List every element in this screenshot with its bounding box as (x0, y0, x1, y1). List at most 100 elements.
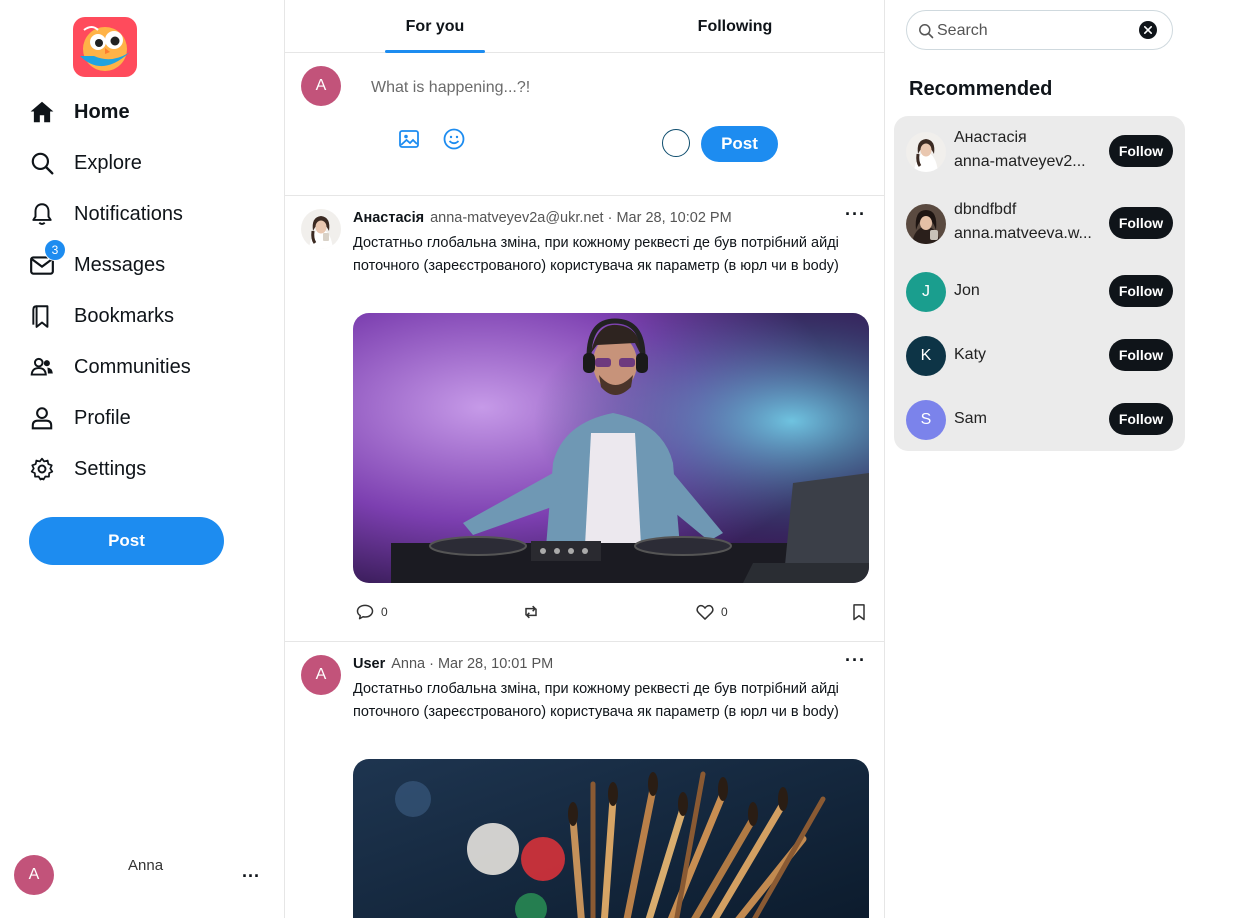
compose-input[interactable] (371, 75, 841, 101)
people-icon (28, 353, 56, 381)
heart-icon (696, 604, 714, 620)
recommended-user-name: Анастасія (954, 129, 1027, 146)
post-more-icon[interactable]: ··· (845, 204, 866, 225)
recommended-panel: Анастасія anna-matveyev2... Follow dbndf… (894, 116, 1185, 451)
recommended-user[interactable]: J Jon Follow (894, 268, 1185, 318)
emoji-icon[interactable] (442, 127, 466, 151)
gear-icon (28, 455, 56, 483)
recommended-user-name: dbndfbdf (954, 201, 1017, 218)
repost-button[interactable] (521, 602, 541, 622)
post-item[interactable]: Анастасія anna-matveyev2a@ukr.net · Mar 28,… (285, 196, 884, 642)
recommended-user-name: Katy (954, 346, 987, 363)
unread-badge: 3 (44, 239, 66, 261)
post-text: Достатньо глобальна зміна, при кожному р… (353, 681, 839, 720)
nav-label: Settings (74, 457, 147, 480)
like-count: 0 (721, 605, 728, 619)
follow-button[interactable]: Follow (1109, 339, 1173, 371)
image-icon[interactable] (397, 127, 421, 151)
nav-label: Profile (74, 406, 131, 429)
nav-item-home[interactable]: Home (28, 92, 130, 132)
nav-label: Bookmarks (74, 304, 175, 327)
sidebar-post-button[interactable]: Post (29, 517, 224, 565)
right-column: Recommended Анастасія anna-matveyev2... … (885, 0, 1240, 918)
recommended-user[interactable]: S Sam Follow (894, 396, 1185, 446)
bookmark-icon (853, 604, 865, 621)
search-bar[interactable] (906, 10, 1173, 50)
bookmarks-icon (28, 302, 56, 330)
mail-icon: 3 (28, 239, 66, 279)
home-icon (28, 98, 56, 126)
app-logo[interactable] (72, 16, 138, 78)
composer-post-button[interactable]: Post (701, 126, 778, 162)
post-author-name[interactable]: Анастасія (353, 210, 424, 226)
avatar: A (301, 66, 341, 106)
nav-item-bookmarks[interactable]: Bookmarks (28, 296, 174, 336)
post-author-name[interactable]: User (353, 656, 385, 672)
recommended-user[interactable]: dbndfbdf anna.matveeva.w... Follow (894, 200, 1185, 250)
nav-item-notifications[interactable]: Notifications (28, 194, 183, 234)
bell-icon (28, 200, 56, 228)
bookmark-button[interactable] (849, 602, 869, 622)
recommended-title: Recommended (909, 78, 1053, 100)
recommended-user-handle: anna.matveeva.w... (954, 225, 1092, 242)
nav-label: Home (74, 100, 130, 123)
post-image[interactable] (353, 759, 869, 918)
tab-following[interactable]: Following (585, 0, 884, 53)
post-header: User Anna · Mar 28, 10:01 PM (353, 656, 553, 672)
recommended-user[interactable]: Анастасія anna-matveyev2... Follow (894, 128, 1185, 178)
like-button[interactable]: 0 (695, 602, 728, 622)
main-feed: For you Following A Post Анастасіяanna (284, 0, 885, 918)
recommended-user[interactable]: K Katy Follow (894, 332, 1185, 382)
post-author-handle[interactable]: Anna (391, 656, 425, 672)
nav-label: Explore (74, 151, 142, 174)
nav-label: Notifications (74, 202, 183, 225)
recommended-user-name: Sam (954, 410, 987, 427)
tab-for-you[interactable]: For you (285, 0, 585, 53)
search-input[interactable] (937, 20, 1137, 42)
follow-button[interactable]: Follow (1109, 135, 1173, 167)
post-separator: · (429, 656, 434, 672)
follow-button[interactable]: Follow (1109, 403, 1173, 435)
user-icon (28, 404, 56, 432)
post-timestamp: Mar 28, 10:02 PM (616, 210, 732, 226)
avatar: A (14, 855, 54, 895)
feed-tabs: For you Following (285, 0, 884, 53)
account-name: Anna (128, 857, 164, 874)
account-switcher[interactable]: A Anna ... (14, 855, 264, 895)
post-image[interactable] (353, 313, 869, 583)
post-more-icon[interactable]: ··· (845, 650, 866, 671)
nav-item-messages[interactable]: 3 Messages (28, 239, 166, 285)
character-progress-ring (662, 129, 690, 157)
avatar[interactable]: K (906, 336, 946, 376)
avatar[interactable]: A (301, 655, 341, 695)
recommended-user-name: Jon (954, 282, 980, 299)
left-sidebar: Home Explore Notifications 3 Messages Bo… (0, 0, 284, 918)
more-options-icon[interactable]: ... (242, 861, 260, 882)
nav-item-communities[interactable]: Communities (28, 347, 191, 387)
post-author-handle[interactable]: anna-matveyev2a@ukr.net (430, 210, 604, 226)
nav-label: Communities (74, 355, 191, 378)
post-composer: A Post (285, 53, 884, 196)
follow-button[interactable]: Follow (1109, 207, 1173, 239)
search-icon (918, 23, 934, 39)
nav-item-explore[interactable]: Explore (28, 143, 142, 183)
nav-item-profile[interactable]: Profile (28, 398, 131, 438)
nav-item-settings[interactable]: Settings (28, 449, 146, 489)
avatar[interactable] (301, 209, 341, 249)
post-actions: 0 0 (355, 602, 871, 624)
search-icon (28, 149, 56, 177)
post-separator: · (607, 210, 613, 226)
post-timestamp: Mar 28, 10:01 PM (437, 656, 554, 672)
clear-search-icon[interactable] (1139, 21, 1157, 39)
avatar[interactable] (906, 204, 946, 244)
avatar[interactable]: S (906, 400, 946, 440)
nav-label: Messages (74, 253, 166, 276)
repost-icon (525, 605, 537, 619)
recommended-user-handle: anna-matveyev2... (954, 153, 1086, 170)
follow-button[interactable]: Follow (1109, 275, 1173, 307)
comment-icon (356, 604, 374, 620)
avatar[interactable]: J (906, 272, 946, 312)
avatar[interactable] (906, 132, 946, 172)
reply-button[interactable]: 0 (355, 602, 388, 622)
post-item[interactable]: A User Anna · Mar 28, 10:01 PM ··· Достатнь… (285, 642, 884, 918)
